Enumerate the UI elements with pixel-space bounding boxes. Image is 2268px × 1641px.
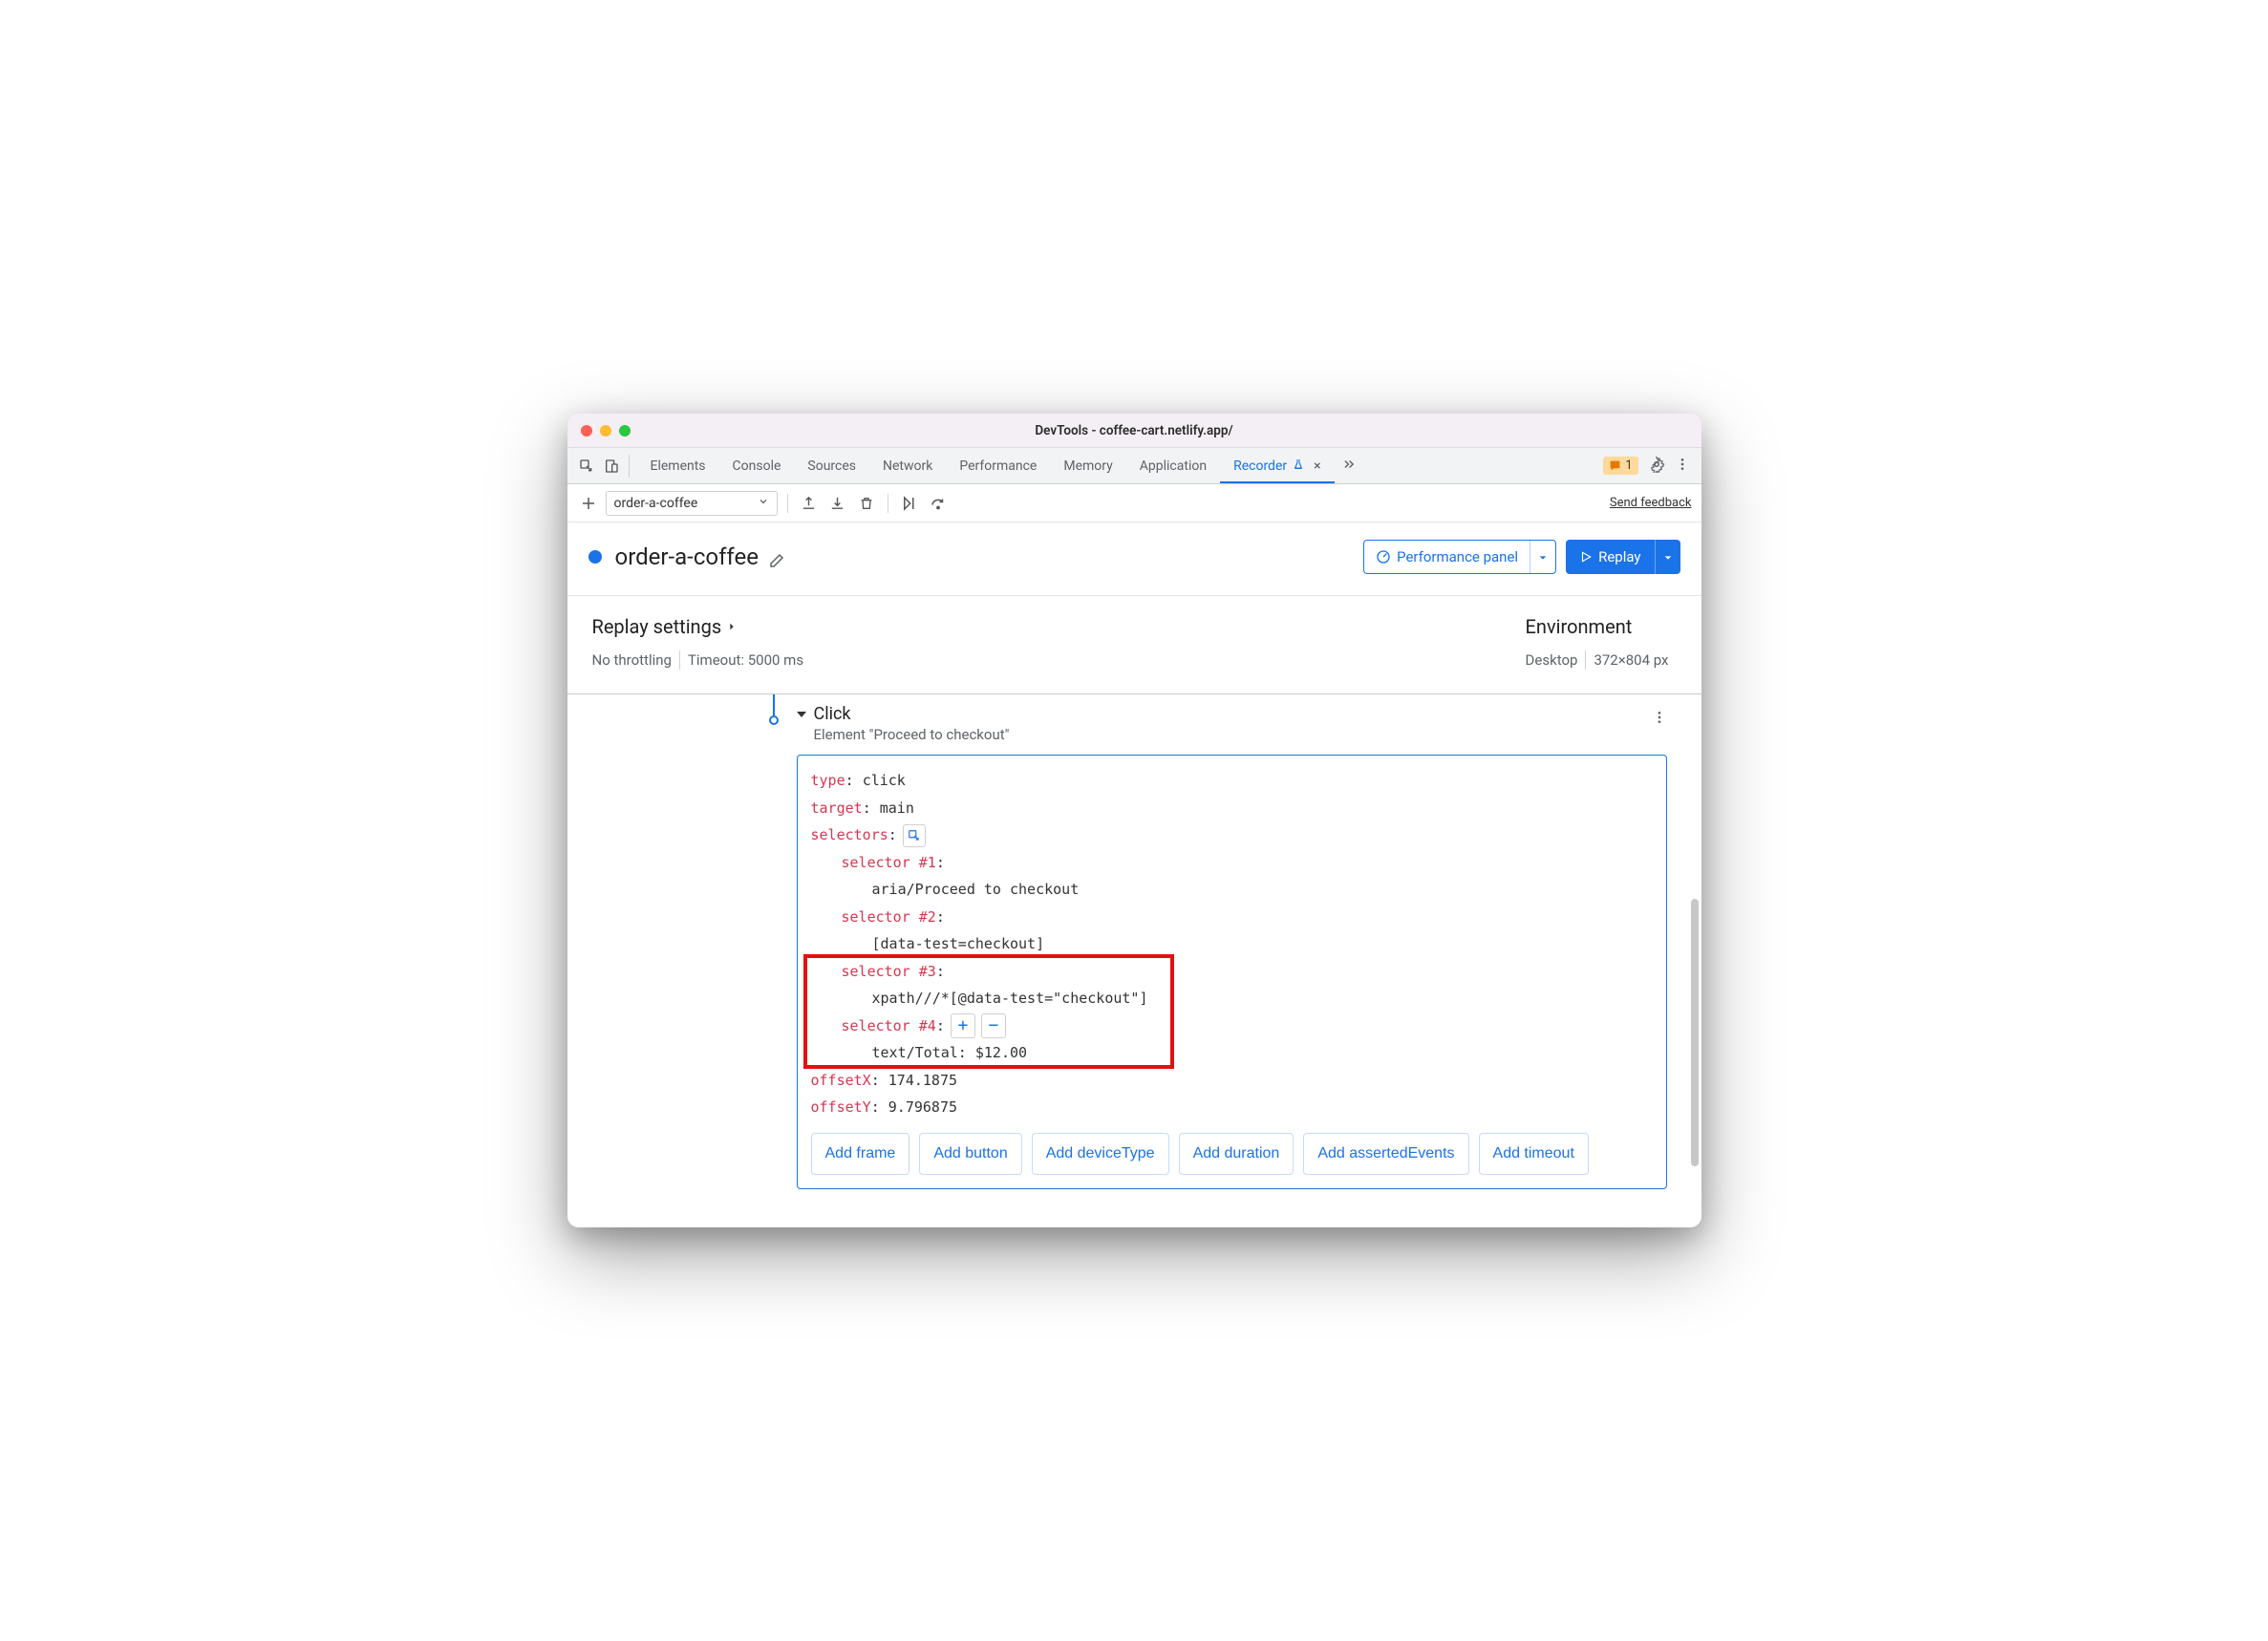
devtools-window: DevTools - coffee-cart.netlify.app/ Elem…: [567, 414, 1701, 1227]
tab-network[interactable]: Network: [869, 448, 946, 483]
send-feedback-link[interactable]: Send feedback: [1610, 496, 1692, 510]
replay-settings-header[interactable]: Replay settings: [592, 615, 812, 638]
device-toolbar-icon[interactable]: [604, 458, 619, 474]
code-line[interactable]: aria/Proceed to checkout: [811, 876, 1653, 904]
recording-header: order-a-coffee Performance panel Replay: [567, 522, 1701, 595]
add-duration-button[interactable]: Add duration: [1179, 1133, 1294, 1175]
new-recording-button[interactable]: [577, 492, 600, 515]
pick-selector-icon[interactable]: [903, 824, 926, 847]
step-play-icon[interactable]: [898, 492, 921, 515]
flask-icon: [1293, 458, 1304, 474]
add-timeout-button[interactable]: Add timeout: [1479, 1133, 1589, 1175]
warnings-badge[interactable]: 1: [1603, 457, 1637, 475]
add-devicetype-button[interactable]: Add deviceType: [1032, 1133, 1169, 1175]
replay-dropdown-icon[interactable]: [1656, 548, 1680, 566]
code-line[interactable]: [data-test=checkout]: [811, 930, 1653, 958]
step-title: Click: [814, 704, 851, 724]
code-line[interactable]: xpath///*[@data-test="checkout"]: [811, 985, 1653, 1012]
close-tab-icon[interactable]: ×: [1314, 458, 1320, 474]
edit-name-icon[interactable]: [768, 548, 785, 565]
code-line[interactable]: text/Total: $12.00: [811, 1039, 1653, 1067]
performance-panel-label: Performance panel: [1397, 548, 1518, 565]
add-frame-button[interactable]: Add frame: [811, 1133, 910, 1175]
recorder-toolbar: order-a-coffee Send feedback: [567, 484, 1701, 522]
tab-memory[interactable]: Memory: [1050, 448, 1125, 483]
code-line[interactable]: selectors:: [811, 821, 1653, 849]
warnings-count: 1: [1625, 458, 1632, 473]
chevron-right-icon: [727, 620, 737, 633]
tab-application[interactable]: Application: [1126, 448, 1220, 483]
code-line[interactable]: target: main: [811, 795, 1653, 822]
settings-row: Replay settings No throttling Timeout: 5…: [567, 595, 1701, 694]
zoom-window-button[interactable]: [619, 425, 631, 437]
more-tabs-icon[interactable]: [1335, 457, 1363, 475]
performance-dropdown-icon[interactable]: [1530, 548, 1555, 566]
code-line[interactable]: offsetY: 9.796875: [811, 1094, 1653, 1121]
device-value: Desktop: [1526, 650, 1586, 671]
recording-selector[interactable]: order-a-coffee: [606, 491, 778, 516]
code-line[interactable]: offsetX: 174.1875: [811, 1067, 1653, 1095]
devtools-tabbar: Elements Console Sources Network Perform…: [567, 448, 1701, 484]
recording-name-selected: order-a-coffee: [614, 496, 698, 511]
viewport-value: 372×804 px: [1586, 650, 1676, 671]
step-details-panel: type: click target: main selectors: sele…: [797, 755, 1667, 1189]
steps-content: Click Element "Proceed to checkout" type…: [567, 694, 1701, 1227]
play-icon: [1579, 550, 1593, 564]
tab-recorder[interactable]: Recorder ×: [1220, 448, 1335, 483]
environment-header: Environment: [1526, 615, 1677, 638]
tab-elements[interactable]: Elements: [637, 448, 719, 483]
timeout-value: Timeout: 5000 ms: [680, 650, 811, 671]
code-line[interactable]: selector #4:+−: [811, 1012, 1653, 1040]
tab-recorder-label: Recorder: [1233, 458, 1287, 474]
settings-icon[interactable]: [1648, 456, 1665, 477]
delete-icon[interactable]: [855, 492, 878, 515]
minimize-window-button[interactable]: [600, 425, 611, 437]
replay-label: Replay: [1598, 548, 1640, 565]
more-options-icon[interactable]: [1675, 457, 1690, 476]
add-assertedevents-button[interactable]: Add assertedEvents: [1303, 1133, 1468, 1175]
tab-console[interactable]: Console: [719, 448, 795, 483]
chevron-down-icon: [758, 496, 769, 511]
inspect-element-icon[interactable]: [579, 458, 594, 474]
step-options-icon[interactable]: [1652, 710, 1667, 729]
import-icon[interactable]: [826, 492, 849, 515]
step-over-icon[interactable]: [927, 492, 950, 515]
performance-panel-button[interactable]: Performance panel: [1363, 540, 1556, 574]
recording-title: order-a-coffee: [615, 543, 759, 570]
add-selector-button[interactable]: +: [951, 1013, 975, 1038]
tab-performance[interactable]: Performance: [946, 448, 1050, 483]
gauge-icon: [1376, 549, 1391, 565]
code-line[interactable]: selector #2:: [811, 904, 1653, 931]
replay-button[interactable]: Replay: [1566, 540, 1680, 574]
code-line[interactable]: type: click: [811, 767, 1653, 795]
code-line[interactable]: selector #3:: [811, 958, 1653, 986]
window-titlebar: DevTools - coffee-cart.netlify.app/: [567, 414, 1701, 448]
window-title: DevTools - coffee-cart.netlify.app/: [567, 423, 1701, 438]
tab-sources[interactable]: Sources: [794, 448, 869, 483]
window-controls: [581, 425, 631, 437]
divider: [787, 494, 788, 513]
code-line[interactable]: selector #1:: [811, 849, 1653, 877]
add-button-button[interactable]: Add button: [919, 1133, 1021, 1175]
collapse-icon[interactable]: [797, 712, 806, 717]
close-window-button[interactable]: [581, 425, 592, 437]
step-subtitle: Element "Proceed to checkout": [759, 726, 1667, 743]
remove-selector-button[interactable]: −: [981, 1013, 1006, 1038]
recording-dot-icon: [588, 550, 602, 564]
throttle-value: No throttling: [592, 650, 679, 671]
export-icon[interactable]: [798, 492, 821, 515]
